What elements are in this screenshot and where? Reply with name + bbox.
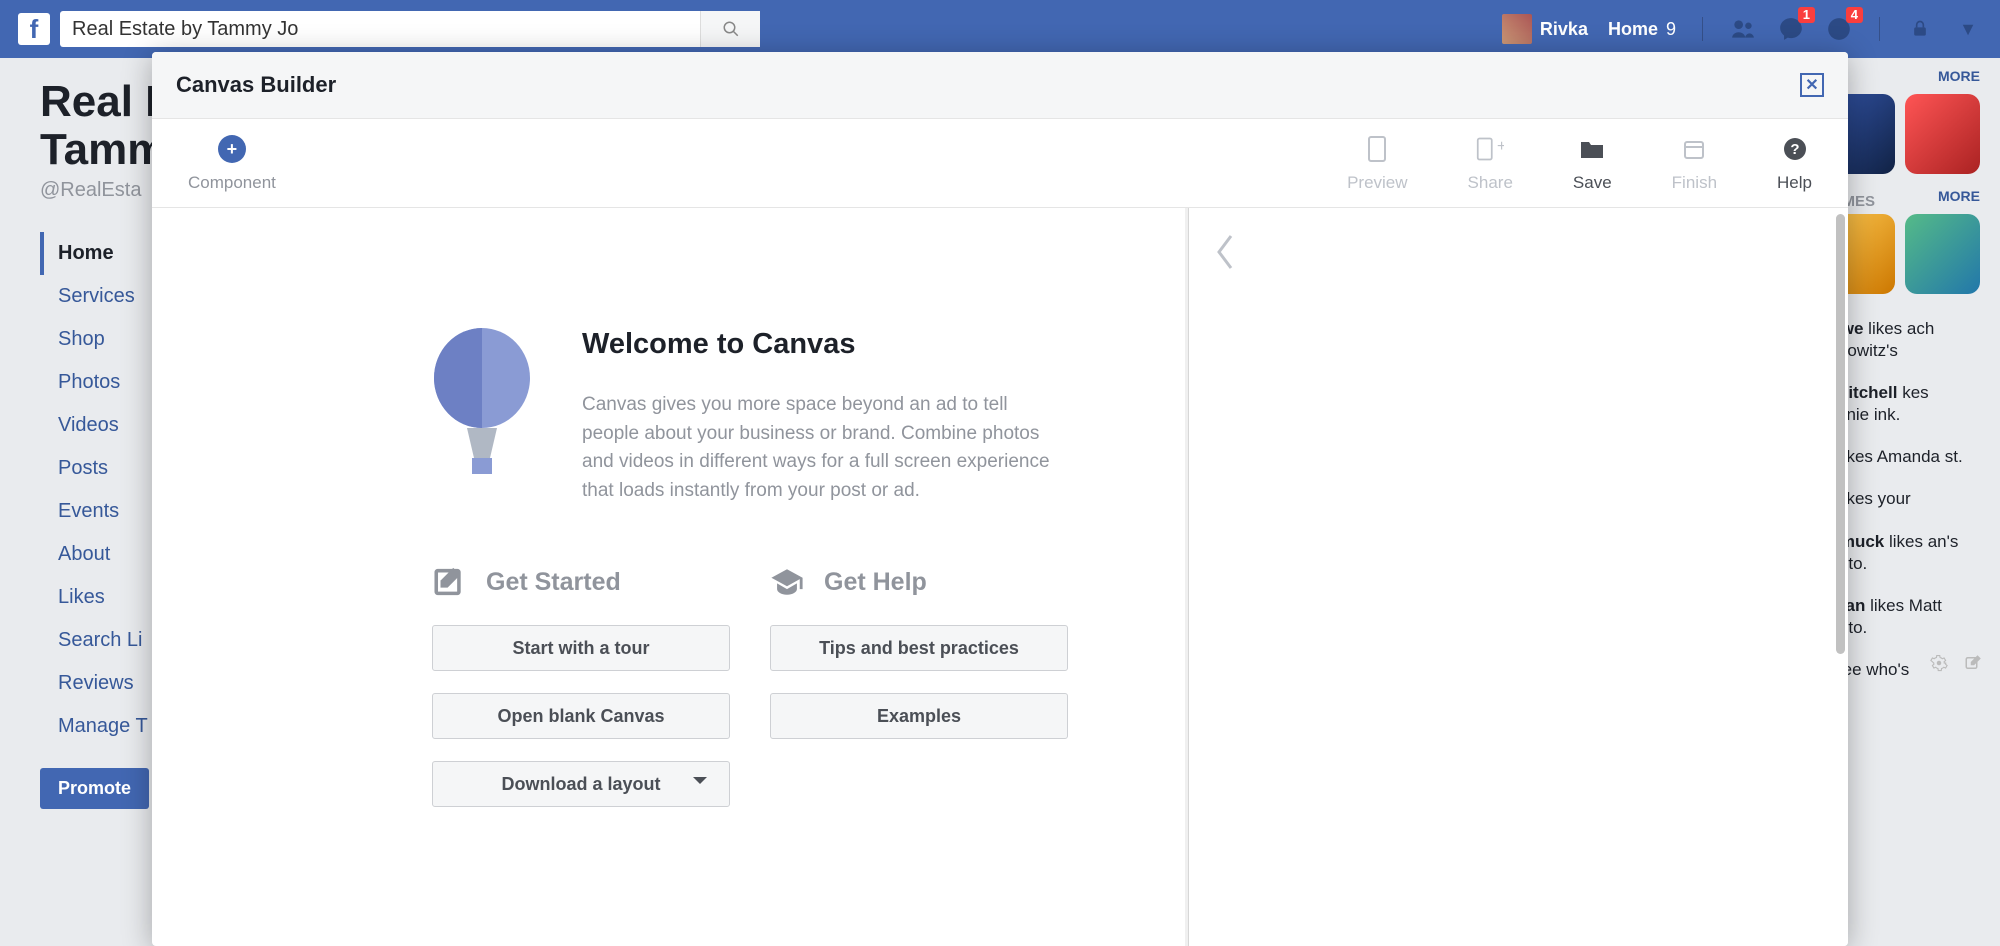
help-icon: ? [1781,135,1809,163]
svg-text:+: + [1497,138,1504,155]
get-started-column: Get Started Start with a tour Open blank… [432,565,730,829]
actions-section: Get Started Start with a tour Open blank… [432,565,1068,829]
canvas-preview-panel [1188,208,1848,946]
edit-icon [432,565,466,599]
divider [1879,17,1880,41]
save-label: Save [1573,173,1612,193]
share-icon: + [1476,135,1504,163]
lock-icon [1906,15,1934,43]
get-help-column: Get Help Tips and best practices Example… [770,565,1068,829]
compose-icon[interactable] [1964,654,1982,677]
welcome-section: Welcome to Canvas Canvas gives you more … [432,328,1068,505]
get-started-title: Get Started [486,568,621,597]
preview-button: Preview [1347,135,1407,193]
search-button[interactable] [700,11,760,47]
balloon-icon [432,328,532,488]
folder-icon [1578,135,1606,163]
game-tile[interactable] [1905,214,1980,294]
modal-toolbar: + Component Preview + Share Save F [152,119,1848,208]
scrollbar[interactable] [1836,214,1845,654]
modal-header: Canvas Builder ✕ [152,52,1848,119]
profile-name: Rivka [1540,19,1588,40]
games-more-link[interactable]: MORE [1938,188,1980,204]
facebook-top-bar: f Rivka Home 9 1 [0,0,2000,58]
add-component-button[interactable]: + Component [188,135,276,193]
calendar-icon [1680,135,1708,163]
graduation-cap-icon [770,565,804,599]
search-input[interactable] [60,18,700,41]
modal-title: Canvas Builder [176,72,336,98]
welcome-heading: Welcome to Canvas [582,328,1068,361]
messages-badge: 1 [1798,7,1815,23]
close-button[interactable]: ✕ [1800,73,1824,97]
account-menu-button[interactable]: ▼ [1954,15,1982,43]
search-container [60,11,760,47]
home-count: 9 [1666,19,1676,40]
help-label: Help [1777,173,1812,193]
help-button[interactable]: ? Help [1777,135,1812,193]
get-help-header: Get Help [770,565,1068,599]
notifications-button[interactable]: 4 [1825,15,1853,43]
avatar [1502,14,1532,44]
examples-button[interactable]: Examples [770,693,1068,739]
topbar-right: Rivka Home 9 1 4 [1502,14,1982,44]
canvas-builder-modal: Canvas Builder ✕ + Component Preview + S… [152,52,1848,946]
facebook-logo-icon[interactable]: f [18,13,50,45]
svg-text:?: ? [1790,141,1799,158]
start-tour-button[interactable]: Start with a tour [432,625,730,671]
phone-icon [1363,135,1391,163]
chevron-left-icon [1213,232,1237,272]
finish-button: Finish [1672,135,1717,193]
preview-label: Preview [1347,173,1407,193]
gear-icon[interactable] [1930,654,1948,677]
plus-icon: + [218,135,246,163]
preview-back-button[interactable] [1213,232,1237,281]
welcome-body: Canvas gives you more space beyond an ad… [582,391,1068,505]
privacy-shortcuts-button[interactable] [1906,15,1934,43]
promote-button[interactable]: Promote [40,768,149,809]
save-button[interactable]: Save [1573,135,1612,193]
notifications-badge: 4 [1846,7,1863,23]
tips-button[interactable]: Tips and best practices [770,625,1068,671]
download-layout-dropdown[interactable]: Download a layout [432,761,730,807]
share-label: Share [1468,173,1513,193]
app-tile[interactable] [1905,94,1980,174]
canvas-content-panel: Welcome to Canvas Canvas gives you more … [152,208,1188,946]
share-button: + Share [1468,135,1513,193]
component-label: Component [188,173,276,193]
ticker-controls [1930,654,1982,677]
friends-icon [1729,15,1757,43]
get-help-title: Get Help [824,568,927,597]
messages-button[interactable]: 1 [1777,15,1805,43]
close-icon: ✕ [1805,75,1818,95]
home-label: Home [1608,19,1658,40]
welcome-text: Welcome to Canvas Canvas gives you more … [582,328,1068,505]
divider [1702,17,1703,41]
friend-requests-button[interactable] [1729,15,1757,43]
get-started-header: Get Started [432,565,730,599]
open-blank-canvas-button[interactable]: Open blank Canvas [432,693,730,739]
home-link[interactable]: Home 9 [1608,19,1676,40]
profile-link[interactable]: Rivka [1502,14,1588,44]
chevron-down-icon: ▼ [1954,15,1982,43]
search-icon [722,20,740,38]
finish-label: Finish [1672,173,1717,193]
modal-body: Welcome to Canvas Canvas gives you more … [152,208,1848,946]
